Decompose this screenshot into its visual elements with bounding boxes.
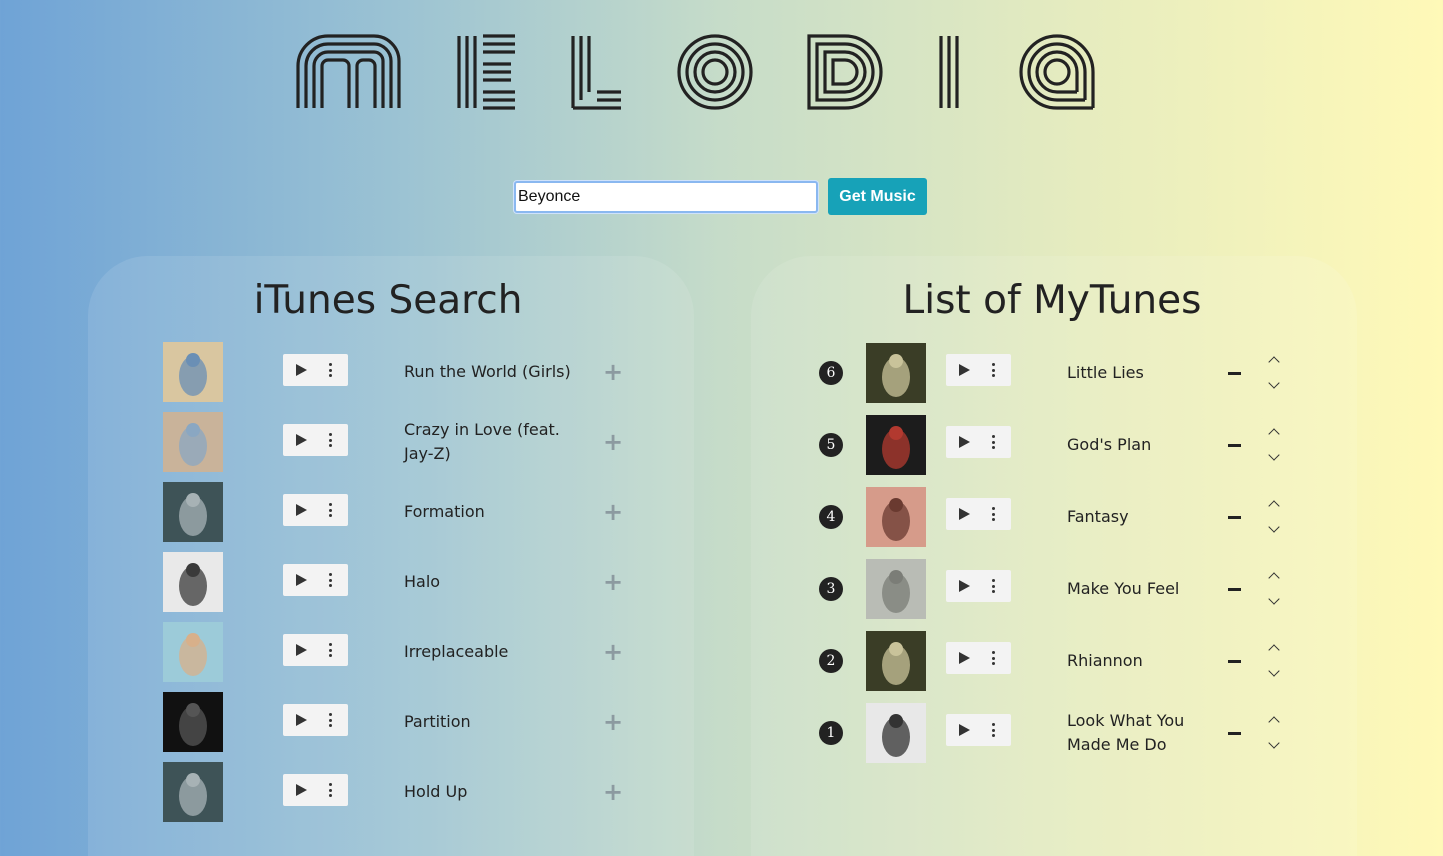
song-title: Hold Up bbox=[404, 782, 468, 801]
play-icon[interactable] bbox=[959, 364, 970, 376]
play-icon[interactable] bbox=[959, 652, 970, 664]
more-options-icon[interactable] bbox=[992, 363, 995, 377]
remove-song-icon[interactable] bbox=[1228, 588, 1241, 591]
play-icon[interactable] bbox=[296, 784, 307, 796]
rank-badge: 4 bbox=[819, 505, 843, 529]
audio-player[interactable] bbox=[946, 354, 1011, 386]
album-art bbox=[866, 487, 926, 547]
song-title: Make You Feel bbox=[1067, 579, 1180, 598]
mytunes-row: 5 God's Plan bbox=[0, 415, 1400, 475]
get-music-button[interactable]: Get Music bbox=[828, 178, 927, 215]
album-art bbox=[163, 762, 223, 822]
song-title: Little Lies bbox=[1067, 363, 1144, 382]
move-up-icon[interactable] bbox=[1268, 644, 1280, 656]
rank-badge: 1 bbox=[819, 721, 843, 745]
mytunes-title: List of MyTunes bbox=[902, 278, 1202, 323]
audio-player[interactable] bbox=[283, 774, 348, 806]
mytunes-row: 6 Little Lies bbox=[0, 343, 1400, 403]
move-up-icon[interactable] bbox=[1268, 572, 1280, 584]
move-up-icon[interactable] bbox=[1268, 428, 1280, 440]
album-art bbox=[866, 559, 926, 619]
rank-badge: 6 bbox=[819, 361, 843, 385]
album-art bbox=[866, 415, 926, 475]
move-down-icon[interactable] bbox=[1268, 377, 1280, 389]
move-up-icon[interactable] bbox=[1268, 500, 1280, 512]
more-options-icon[interactable] bbox=[992, 507, 995, 521]
mytunes-row: 1 Look What You Made Me Do bbox=[0, 703, 1400, 763]
album-art bbox=[866, 703, 926, 763]
move-down-icon[interactable] bbox=[1268, 593, 1280, 605]
song-title: Look What You Made Me Do bbox=[1067, 711, 1185, 754]
album-art bbox=[866, 631, 926, 691]
play-icon[interactable] bbox=[959, 436, 970, 448]
audio-player[interactable] bbox=[946, 642, 1011, 674]
add-song-icon[interactable]: + bbox=[603, 780, 623, 804]
play-icon[interactable] bbox=[959, 580, 970, 592]
rank-badge: 3 bbox=[819, 577, 843, 601]
remove-song-icon[interactable] bbox=[1228, 660, 1241, 663]
play-icon[interactable] bbox=[959, 724, 970, 736]
audio-player[interactable] bbox=[946, 498, 1011, 530]
song-title: Rhiannon bbox=[1067, 651, 1143, 670]
more-options-icon[interactable] bbox=[992, 435, 995, 449]
melodia-logo bbox=[296, 34, 1095, 110]
audio-player[interactable] bbox=[946, 570, 1011, 602]
move-down-icon[interactable] bbox=[1268, 449, 1280, 461]
play-icon[interactable] bbox=[959, 508, 970, 520]
move-up-icon[interactable] bbox=[1268, 356, 1280, 368]
move-down-icon[interactable] bbox=[1268, 665, 1280, 677]
more-options-icon[interactable] bbox=[992, 579, 995, 593]
remove-song-icon[interactable] bbox=[1228, 372, 1241, 375]
remove-song-icon[interactable] bbox=[1228, 516, 1241, 519]
audio-player[interactable] bbox=[946, 714, 1011, 746]
remove-song-icon[interactable] bbox=[1228, 444, 1241, 447]
mytunes-row: 3 Make You Feel bbox=[0, 559, 1400, 619]
more-options-icon[interactable] bbox=[992, 723, 995, 737]
audio-player[interactable] bbox=[946, 426, 1011, 458]
search-result-row: Hold Up + bbox=[0, 762, 700, 822]
search-input[interactable] bbox=[514, 180, 818, 213]
move-down-icon[interactable] bbox=[1268, 737, 1280, 749]
rank-badge: 5 bbox=[819, 433, 843, 457]
more-options-icon[interactable] bbox=[992, 651, 995, 665]
song-title: Fantasy bbox=[1067, 507, 1129, 526]
remove-song-icon[interactable] bbox=[1228, 732, 1241, 735]
mytunes-row: 2 Rhiannon bbox=[0, 631, 1400, 691]
search-bar: Get Music bbox=[514, 178, 927, 215]
song-title: God's Plan bbox=[1067, 435, 1152, 454]
itunes-search-title: iTunes Search bbox=[253, 278, 523, 323]
mytunes-row: 4 Fantasy bbox=[0, 487, 1400, 547]
move-up-icon[interactable] bbox=[1268, 716, 1280, 728]
album-art bbox=[866, 343, 926, 403]
rank-badge: 2 bbox=[819, 649, 843, 673]
more-options-icon[interactable] bbox=[329, 783, 332, 797]
move-down-icon[interactable] bbox=[1268, 521, 1280, 533]
